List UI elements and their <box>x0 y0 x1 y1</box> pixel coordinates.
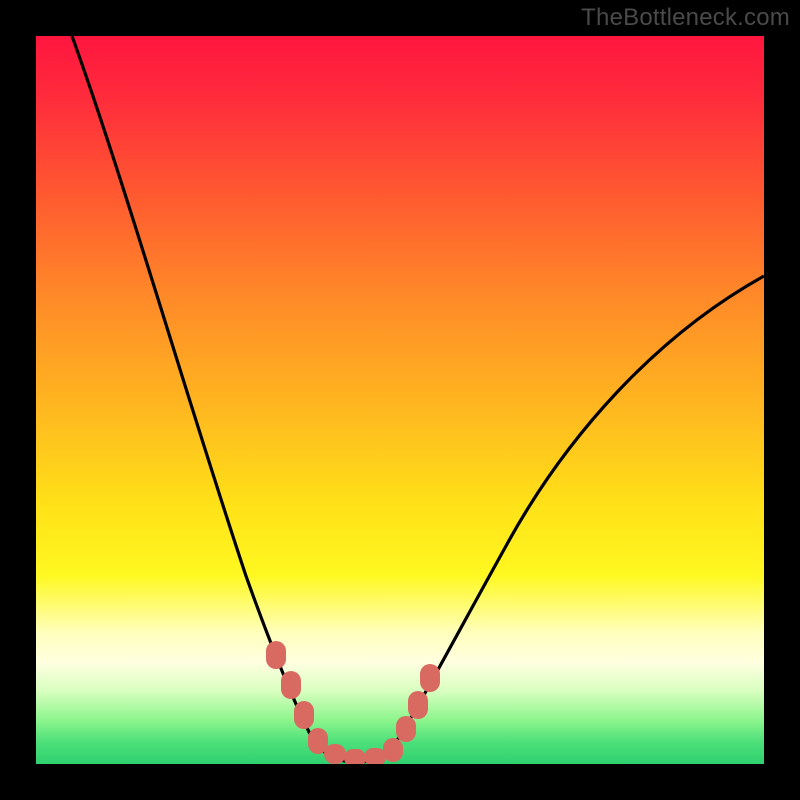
marker-dot <box>396 716 416 742</box>
chart-frame: TheBottleneck.com <box>0 0 800 800</box>
marker-dot <box>383 738 403 762</box>
marker-dot <box>420 664 440 692</box>
chart-svg <box>36 36 764 764</box>
marker-dot <box>281 671 301 699</box>
marker-dot <box>408 691 428 719</box>
watermark-text: TheBottleneck.com <box>581 4 790 32</box>
marker-dot <box>266 641 286 669</box>
marker-dot <box>344 749 366 764</box>
plot-area <box>36 36 764 764</box>
marker-dot <box>364 748 386 764</box>
marker-dot <box>324 744 346 764</box>
marker-group <box>266 641 440 764</box>
marker-dot <box>294 701 314 729</box>
bottleneck-curve <box>72 36 764 762</box>
